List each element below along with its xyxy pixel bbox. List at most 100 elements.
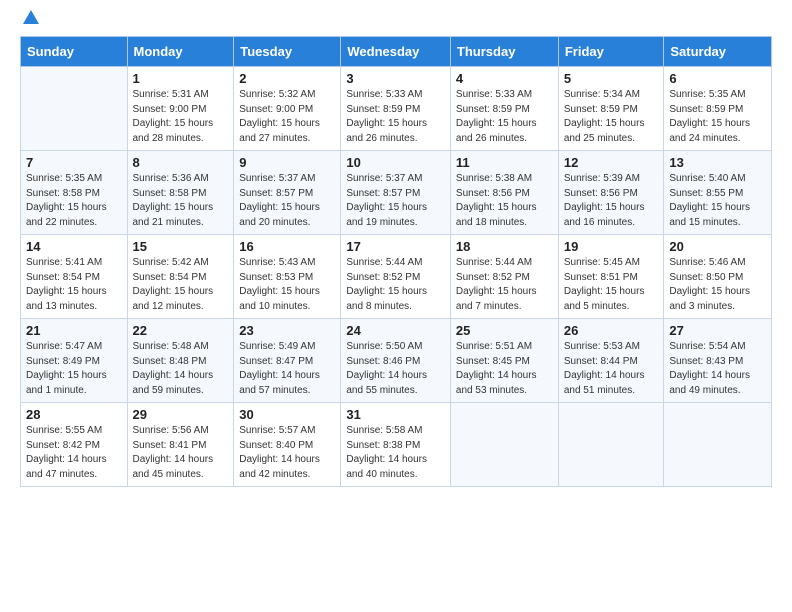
day-number: 1 bbox=[133, 71, 229, 86]
day-number: 6 bbox=[669, 71, 766, 86]
calendar-cell: 12Sunrise: 5:39 AM Sunset: 8:56 PM Dayli… bbox=[558, 151, 664, 235]
calendar-week-row: 21 Sunrise: 5:47 AM Sunset: 8:49 PM Dayli… bbox=[21, 319, 772, 403]
calendar-cell: 13 Sunrise: 5:40 AM Sunset: 8:55 PM Dayli… bbox=[664, 151, 772, 235]
day-number: 19 bbox=[564, 239, 659, 254]
calendar-cell: 17 Sunrise: 5:44 AM Sunset: 8:52 PM Dayli… bbox=[341, 235, 451, 319]
calendar-week-row: 7 Sunrise: 5:35 AM Sunset: 8:58 PM Daylig… bbox=[21, 151, 772, 235]
day-info: Sunrise: 5:35 AM Sunset: 8:59 PM Dayligh… bbox=[669, 88, 766, 146]
calendar-cell: 7 Sunrise: 5:35 AM Sunset: 8:58 PM Daylig… bbox=[21, 151, 128, 235]
day-info: Sunrise: 5:35 AM Sunset: 8:58 PM Dayligh… bbox=[26, 172, 122, 230]
day-info: Sunrise: 5:44 AM Sunset: 8:52 PM Dayligh… bbox=[346, 256, 445, 314]
day-info: Sunrise: 5:46 AM Sunset: 8:50 PM Dayligh… bbox=[669, 256, 766, 314]
day-number: 16 bbox=[239, 239, 335, 254]
day-info: Sunrise: 5:55 AM Sunset: 8:42 PM Dayligh… bbox=[26, 424, 122, 482]
calendar-cell: 25 Sunrise: 5:51 AM Sunset: 8:45 PM Dayli… bbox=[450, 319, 558, 403]
calendar-cell bbox=[450, 403, 558, 487]
day-number: 14 bbox=[26, 239, 122, 254]
day-header-friday: Friday bbox=[558, 37, 664, 67]
calendar-cell: 16 Sunrise: 5:43 AM Sunset: 8:53 PM Dayli… bbox=[234, 235, 341, 319]
calendar-week-row: 1 Sunrise: 5:31 AM Sunset: 9:00 PM Daylig… bbox=[21, 67, 772, 151]
day-info: Sunrise: 5:56 AM Sunset: 8:41 PM Dayligh… bbox=[133, 424, 229, 482]
day-number: 31 bbox=[346, 407, 445, 422]
day-info: Sunrise: 5:53 AM Sunset: 8:44 PM Dayligh… bbox=[564, 340, 659, 398]
day-info: Sunrise: 5:37 AM Sunset: 8:57 PM Dayligh… bbox=[239, 172, 335, 230]
day-header-sunday: Sunday bbox=[21, 37, 128, 67]
day-info: Sunrise: 5:45 AM Sunset: 8:51 PM Dayligh… bbox=[564, 256, 659, 314]
calendar-cell: 19 Sunrise: 5:45 AM Sunset: 8:51 PM Dayli… bbox=[558, 235, 664, 319]
day-info: Sunrise: 5:33 AM Sunset: 8:59 PM Dayligh… bbox=[346, 88, 445, 146]
day-number: 17 bbox=[346, 239, 445, 254]
day-info: Sunrise: 5:34 AM Sunset: 8:59 PM Dayligh… bbox=[564, 88, 659, 146]
day-info: Sunrise: 5:58 AM Sunset: 8:38 PM Dayligh… bbox=[346, 424, 445, 482]
day-number: 24 bbox=[346, 323, 445, 338]
calendar-cell: 24Sunrise: 5:50 AM Sunset: 8:46 PM Dayli… bbox=[341, 319, 451, 403]
day-number: 15 bbox=[133, 239, 229, 254]
calendar-cell: 20 Sunrise: 5:46 AM Sunset: 8:50 PM Dayli… bbox=[664, 235, 772, 319]
calendar-cell: 28 Sunrise: 5:55 AM Sunset: 8:42 PM Dayli… bbox=[21, 403, 128, 487]
calendar-cell: 15 Sunrise: 5:42 AM Sunset: 8:54 PM Dayli… bbox=[127, 235, 234, 319]
day-number: 13 bbox=[669, 155, 766, 170]
day-number: 30 bbox=[239, 407, 335, 422]
calendar-cell bbox=[664, 403, 772, 487]
day-number: 3 bbox=[346, 71, 445, 86]
logo-text bbox=[20, 16, 40, 26]
day-number: 11 bbox=[456, 155, 553, 170]
calendar-table: SundayMondayTuesdayWednesdayThursdayFrid… bbox=[20, 36, 772, 487]
day-info: Sunrise: 5:49 AM Sunset: 8:47 PM Dayligh… bbox=[239, 340, 335, 398]
day-info: Sunrise: 5:33 AM Sunset: 8:59 PM Dayligh… bbox=[456, 88, 553, 146]
calendar-cell: 31 Sunrise: 5:58 AM Sunset: 8:38 PM Dayli… bbox=[341, 403, 451, 487]
day-info: Sunrise: 5:43 AM Sunset: 8:53 PM Dayligh… bbox=[239, 256, 335, 314]
logo-icon bbox=[22, 8, 40, 26]
day-header-thursday: Thursday bbox=[450, 37, 558, 67]
calendar-week-row: 14 Sunrise: 5:41 AM Sunset: 8:54 PM Dayli… bbox=[21, 235, 772, 319]
calendar-cell: 9 Sunrise: 5:37 AM Sunset: 8:57 PM Daylig… bbox=[234, 151, 341, 235]
calendar-week-row: 28 Sunrise: 5:55 AM Sunset: 8:42 PM Dayli… bbox=[21, 403, 772, 487]
day-info: Sunrise: 5:40 AM Sunset: 8:55 PM Dayligh… bbox=[669, 172, 766, 230]
day-number: 23 bbox=[239, 323, 335, 338]
day-number: 7 bbox=[26, 155, 122, 170]
day-info: Sunrise: 5:57 AM Sunset: 8:40 PM Dayligh… bbox=[239, 424, 335, 482]
day-info: Sunrise: 5:31 AM Sunset: 9:00 PM Dayligh… bbox=[133, 88, 229, 146]
day-number: 27 bbox=[669, 323, 766, 338]
day-info: Sunrise: 5:48 AM Sunset: 8:48 PM Dayligh… bbox=[133, 340, 229, 398]
calendar-cell: 10 Sunrise: 5:37 AM Sunset: 8:57 PM Dayli… bbox=[341, 151, 451, 235]
calendar-cell: 1 Sunrise: 5:31 AM Sunset: 9:00 PM Daylig… bbox=[127, 67, 234, 151]
calendar-cell: 3 Sunrise: 5:33 AM Sunset: 8:59 PM Daylig… bbox=[341, 67, 451, 151]
day-info: Sunrise: 5:54 AM Sunset: 8:43 PM Dayligh… bbox=[669, 340, 766, 398]
calendar-cell bbox=[21, 67, 128, 151]
day-number: 10 bbox=[346, 155, 445, 170]
calendar-cell: 21 Sunrise: 5:47 AM Sunset: 8:49 PM Dayli… bbox=[21, 319, 128, 403]
calendar-cell: 6 Sunrise: 5:35 AM Sunset: 8:59 PM Daylig… bbox=[664, 67, 772, 151]
calendar-cell: 30 Sunrise: 5:57 AM Sunset: 8:40 PM Dayli… bbox=[234, 403, 341, 487]
calendar-cell: 5Sunrise: 5:34 AM Sunset: 8:59 PM Daylig… bbox=[558, 67, 664, 151]
day-info: Sunrise: 5:42 AM Sunset: 8:54 PM Dayligh… bbox=[133, 256, 229, 314]
day-info: Sunrise: 5:41 AM Sunset: 8:54 PM Dayligh… bbox=[26, 256, 122, 314]
day-info: Sunrise: 5:44 AM Sunset: 8:52 PM Dayligh… bbox=[456, 256, 553, 314]
calendar-cell: 14 Sunrise: 5:41 AM Sunset: 8:54 PM Dayli… bbox=[21, 235, 128, 319]
day-number: 18 bbox=[456, 239, 553, 254]
day-info: Sunrise: 5:47 AM Sunset: 8:49 PM Dayligh… bbox=[26, 340, 122, 398]
day-number: 9 bbox=[239, 155, 335, 170]
day-number: 2 bbox=[239, 71, 335, 86]
day-number: 20 bbox=[669, 239, 766, 254]
calendar-cell: 22 Sunrise: 5:48 AM Sunset: 8:48 PM Dayli… bbox=[127, 319, 234, 403]
day-number: 28 bbox=[26, 407, 122, 422]
day-number: 8 bbox=[133, 155, 229, 170]
calendar-cell: 8Sunrise: 5:36 AM Sunset: 8:58 PM Daylig… bbox=[127, 151, 234, 235]
day-info: Sunrise: 5:51 AM Sunset: 8:45 PM Dayligh… bbox=[456, 340, 553, 398]
day-info: Sunrise: 5:38 AM Sunset: 8:56 PM Dayligh… bbox=[456, 172, 553, 230]
day-number: 12 bbox=[564, 155, 659, 170]
day-info: Sunrise: 5:37 AM Sunset: 8:57 PM Dayligh… bbox=[346, 172, 445, 230]
calendar-header-row: SundayMondayTuesdayWednesdayThursdayFrid… bbox=[21, 37, 772, 67]
calendar-cell: 4Sunrise: 5:33 AM Sunset: 8:59 PM Daylig… bbox=[450, 67, 558, 151]
day-number: 29 bbox=[133, 407, 229, 422]
calendar-cell: 29 Sunrise: 5:56 AM Sunset: 8:41 PM Dayli… bbox=[127, 403, 234, 487]
day-number: 22 bbox=[133, 323, 229, 338]
day-number: 21 bbox=[26, 323, 122, 338]
day-number: 25 bbox=[456, 323, 553, 338]
day-header-tuesday: Tuesday bbox=[234, 37, 341, 67]
calendar-cell bbox=[558, 403, 664, 487]
logo bbox=[20, 16, 40, 26]
day-header-saturday: Saturday bbox=[664, 37, 772, 67]
calendar-cell: 11 Sunrise: 5:38 AM Sunset: 8:56 PM Dayli… bbox=[450, 151, 558, 235]
